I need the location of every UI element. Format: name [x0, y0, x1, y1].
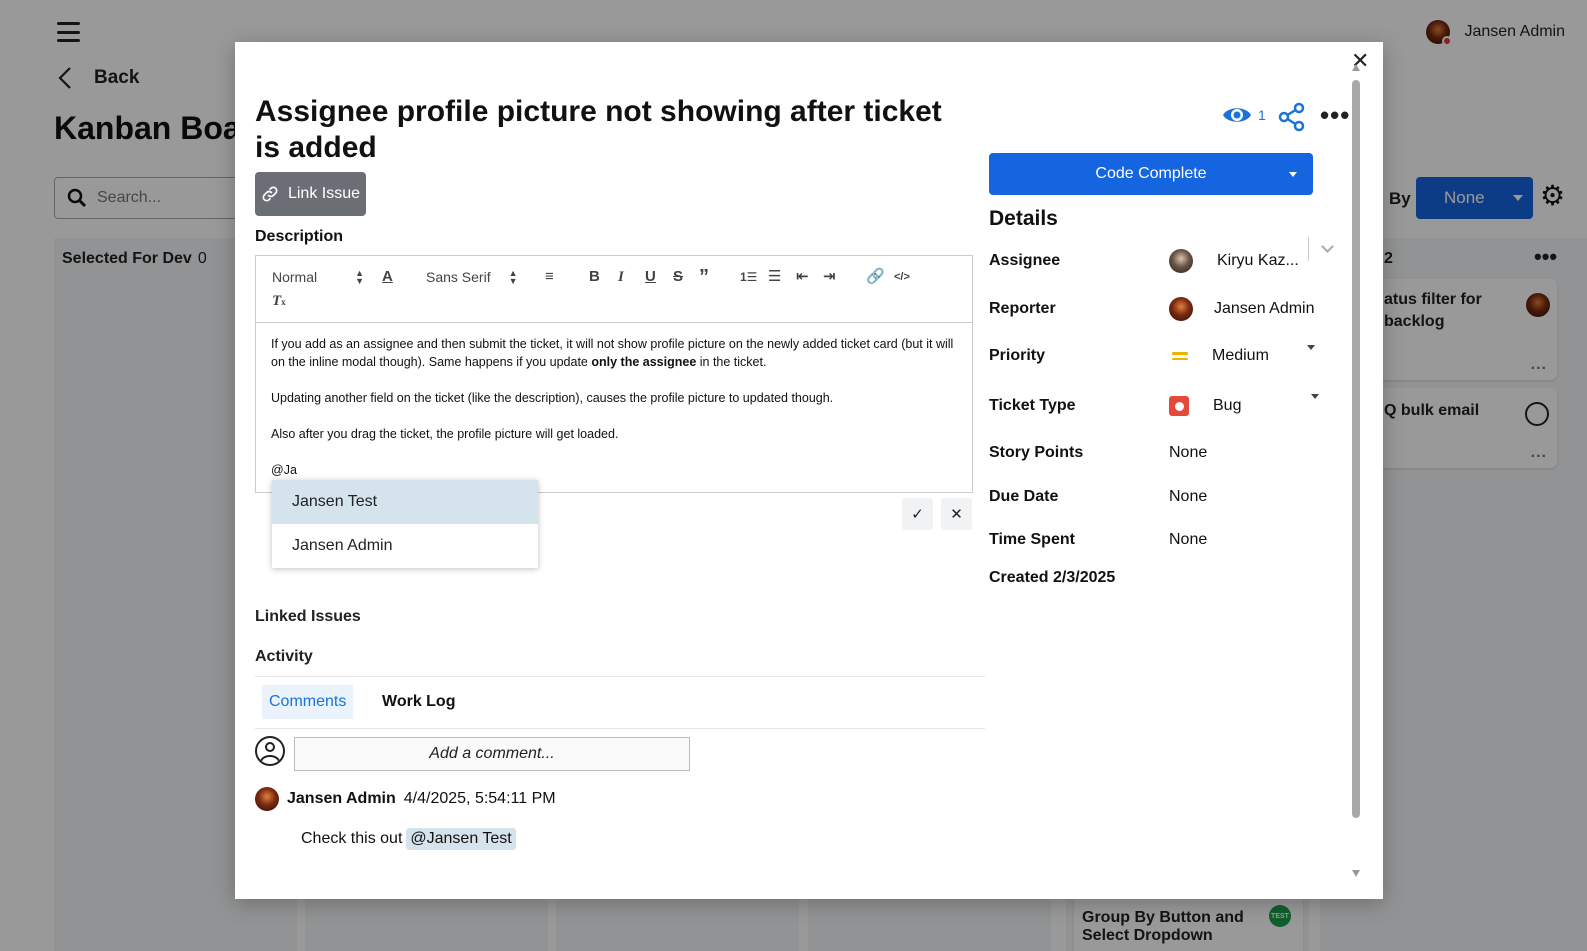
- clear-format-icon[interactable]: Tx: [272, 292, 286, 311]
- description-text[interactable]: If you add as an assignee and then submi…: [256, 323, 972, 491]
- more-options-icon[interactable]: •••: [1320, 102, 1350, 128]
- chevron-down-icon[interactable]: [1321, 240, 1334, 253]
- comment-input[interactable]: Add a comment...: [294, 737, 690, 771]
- description-paragraph: Updating another field on the ticket (li…: [271, 391, 834, 405]
- tab-comments[interactable]: Comments: [262, 685, 354, 719]
- italic-icon[interactable]: I: [618, 268, 624, 286]
- story-points-value[interactable]: None: [1169, 444, 1329, 462]
- divider: [255, 676, 985, 677]
- heading-select[interactable]: Normal ▲ ▼: [272, 268, 365, 286]
- bold-icon[interactable]: B: [589, 268, 600, 286]
- mention-chip[interactable]: @Jansen Test: [406, 828, 516, 850]
- ticket-title[interactable]: Assignee profile picture not showing aft…: [255, 94, 975, 166]
- description-label: Description: [255, 228, 344, 245]
- select-arrows-icon: ▲ ▼: [508, 268, 518, 286]
- code-icon[interactable]: </>: [894, 268, 910, 286]
- priority-row: Priority Medium: [989, 341, 1329, 371]
- link-icon: [262, 186, 278, 202]
- divider: [255, 728, 985, 729]
- mention-option[interactable]: Jansen Test: [272, 480, 538, 524]
- status-dropdown[interactable]: Code Complete: [989, 153, 1313, 195]
- strikethrough-icon[interactable]: S: [673, 268, 683, 286]
- caret-down-icon: [1311, 394, 1319, 399]
- editor-toolbar: Normal ▲ ▼ A Sans Serif ▲ ▼ ≡ B I U S ” 1☰ ☰…: [256, 256, 972, 323]
- description-editor[interactable]: Normal ▲ ▼ A Sans Serif ▲ ▼ ≡ B I U S ” 1☰ ☰…: [255, 255, 973, 493]
- link-icon[interactable]: 🔗: [866, 268, 885, 286]
- comment-header: Jansen Admin 4/4/2025, 5:54:11 PM: [255, 787, 556, 811]
- details-title: Details: [989, 207, 1058, 230]
- text-color-icon[interactable]: A: [382, 268, 393, 286]
- watchers-button[interactable]: 1: [1222, 104, 1266, 126]
- cancel-description-button[interactable]: ✕: [941, 498, 972, 530]
- ticket-type-select[interactable]: Bug: [1169, 394, 1329, 416]
- tab-work-log[interactable]: Work Log: [375, 685, 462, 719]
- ticket-type-row: Ticket Type Bug: [989, 391, 1329, 421]
- description-paragraph: If you add as an assignee and then submi…: [271, 337, 954, 369]
- created-date: Created 2/3/2025: [989, 569, 1116, 586]
- scroll-down-arrow-icon[interactable]: [1352, 870, 1360, 877]
- linked-issues-label: Linked Issues: [255, 608, 361, 625]
- activity-label: Activity: [255, 648, 313, 665]
- bullet-list-icon[interactable]: ☰: [768, 268, 781, 286]
- user-icon: [255, 736, 285, 766]
- eye-icon: [1223, 108, 1251, 122]
- assignee-avatar: [1169, 249, 1193, 273]
- bug-icon: [1169, 396, 1189, 416]
- comment-body: Check this out @Jansen Test: [301, 828, 516, 850]
- align-icon[interactable]: ≡: [545, 268, 554, 286]
- caret-down-icon: [1307, 345, 1315, 350]
- description-paragraph: Also after you drag the ticket, the prof…: [271, 427, 619, 441]
- ordered-list-icon[interactable]: 1☰: [740, 268, 757, 286]
- underline-icon[interactable]: U: [645, 268, 656, 286]
- indent-icon[interactable]: ⇥: [823, 268, 836, 286]
- watchers-count: 1: [1258, 107, 1266, 123]
- reporter-row: Reporter Jansen Admin: [989, 294, 1329, 324]
- select-arrows-icon: ▲ ▼: [355, 268, 365, 286]
- priority-medium-icon: [1169, 352, 1191, 360]
- reporter-value[interactable]: Jansen Admin: [1169, 297, 1329, 321]
- blockquote-icon[interactable]: ”: [699, 267, 709, 287]
- comment-timestamp: 4/4/2025, 5:54:11 PM: [403, 790, 556, 807]
- scroll-thumb[interactable]: [1352, 80, 1360, 818]
- description-paragraph: @Ja: [271, 463, 297, 477]
- story-points-row: Story Points None: [989, 438, 1329, 468]
- mention-option[interactable]: Jansen Admin: [272, 524, 538, 568]
- link-issue-button[interactable]: Link Issue: [255, 172, 366, 216]
- due-date-row: Due Date None: [989, 482, 1329, 512]
- caret-down-icon: [1289, 172, 1297, 177]
- assignee-select[interactable]: Kiryu Kaz...: [1169, 237, 1334, 273]
- share-icon[interactable]: [1278, 102, 1306, 132]
- avatar: [255, 787, 279, 811]
- ticket-modal: ✕ Assignee profile picture not showing a…: [235, 42, 1383, 899]
- font-select[interactable]: Sans Serif ▲ ▼: [426, 268, 518, 286]
- save-description-button[interactable]: ✓: [902, 498, 933, 530]
- mention-dropdown: Jansen Test Jansen Admin: [272, 480, 538, 568]
- time-spent-value[interactable]: None: [1169, 531, 1329, 549]
- reporter-avatar: [1169, 297, 1193, 321]
- comment-author: Jansen Admin: [287, 790, 396, 807]
- outdent-icon[interactable]: ⇤: [796, 268, 809, 286]
- assignee-row: Assignee Kiryu Kaz...: [989, 237, 1334, 276]
- due-date-value[interactable]: None: [1169, 488, 1329, 506]
- scroll-up-arrow-icon[interactable]: [1352, 64, 1360, 71]
- modal-scrollbar[interactable]: [1351, 64, 1361, 877]
- priority-select[interactable]: Medium: [1169, 345, 1329, 365]
- time-spent-row: Time Spent None: [989, 525, 1329, 555]
